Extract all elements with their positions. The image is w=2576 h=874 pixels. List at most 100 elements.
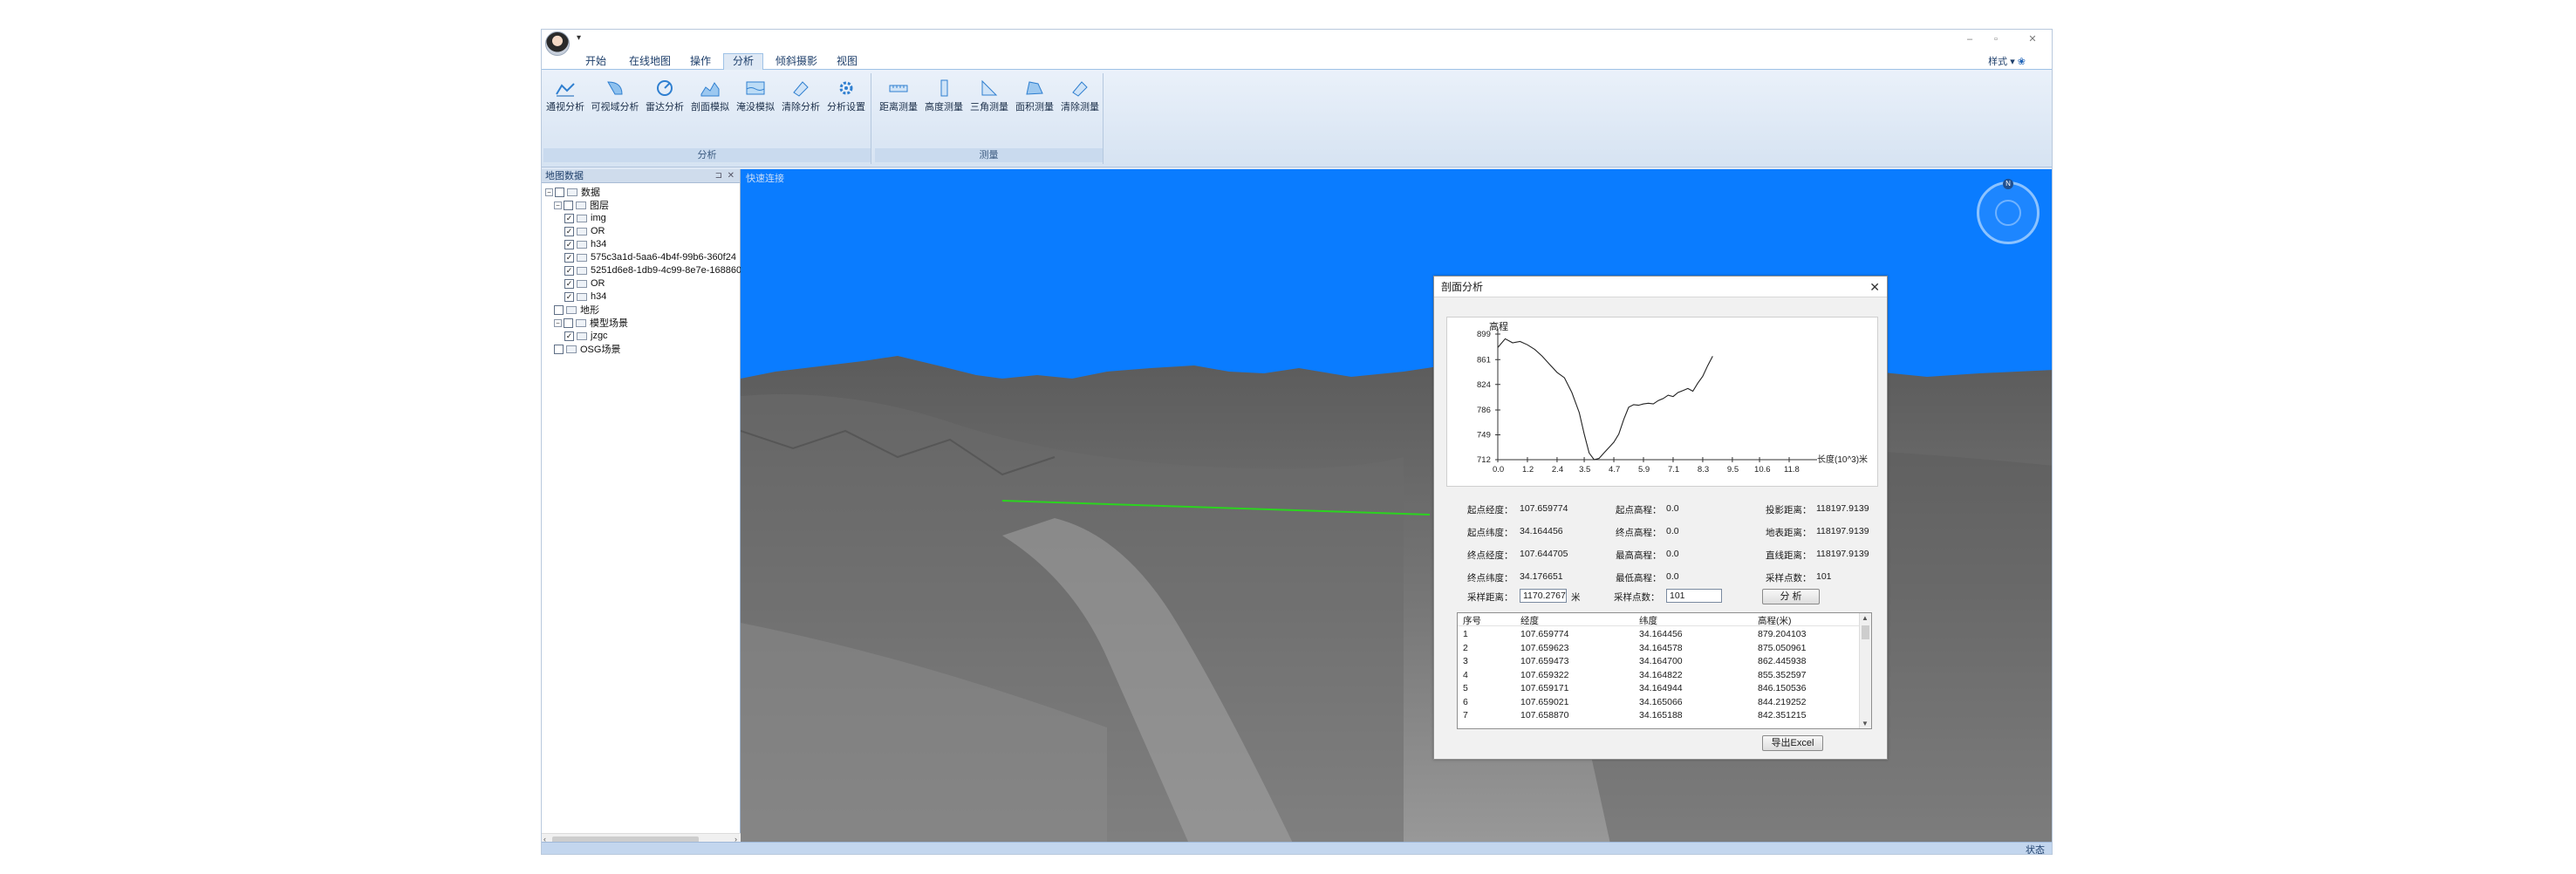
layer-checkbox[interactable]: ✓ [564, 213, 574, 223]
profile-button[interactable]: 剖面模拟 [688, 77, 732, 120]
table-row[interactable]: 7 107.658870 34.165188 842.351215 [1458, 709, 1859, 722]
table-row[interactable]: 5 107.659171 34.164944 846.150536 [1458, 682, 1859, 695]
ribbon: 通视分析 可视域分析 雷达分析 剖面模拟 淹没模拟 清除分析 分析设置 分析 距… [542, 70, 2052, 167]
height-measure-button[interactable]: 高度测量 [922, 77, 966, 120]
close-button[interactable]: ✕ [2026, 33, 2040, 45]
layer-checkbox[interactable]: ✓ [564, 278, 574, 289]
layer-checkbox[interactable]: ✓ [564, 291, 574, 302]
table-cell: 842.351215 [1758, 710, 1807, 720]
tree-expander-icon[interactable]: − [554, 318, 562, 327]
table-cell: 107.659623 [1520, 642, 1569, 653]
layer-checkbox[interactable] [554, 304, 564, 315]
info-label: 终点高程： [1616, 528, 1662, 538]
layer-checkbox[interactable]: ✓ [564, 252, 574, 263]
table-cell: 34.164944 [1639, 683, 1683, 693]
analyze-button[interactable]: 分 析 [1762, 589, 1820, 604]
triangle-measure-button[interactable]: 三角测量 [967, 77, 1011, 120]
info-value: 118197.9139 [1816, 526, 1869, 536]
sample-count-label: 采样点数： [1614, 592, 1660, 603]
compass-north-label: N [2003, 179, 2013, 189]
status-text: 状态 [2026, 845, 2045, 855]
menu-operate[interactable]: 操作 [681, 54, 720, 70]
menu-home[interactable]: 开始 [577, 54, 615, 70]
tree-node[interactable]: ✓ 5251d6e8-1db9-4c99-8e7e-168860 [564, 264, 741, 277]
layer-checkbox[interactable] [555, 187, 564, 197]
radar-button[interactable]: 雷达分析 [643, 77, 687, 120]
line-of-sight-icon [556, 83, 575, 97]
tree-node[interactable]: ✓ OR [564, 277, 605, 290]
table-row[interactable]: 6 107.659021 34.165066 844.219252 [1458, 696, 1859, 709]
table-cell: 107.659021 [1520, 696, 1569, 707]
tree-node[interactable]: − 模型场景 [554, 317, 628, 329]
layer-icon [577, 240, 587, 249]
menu-online-map[interactable]: 在线地图 [620, 54, 680, 70]
export-excel-button[interactable]: 导出Excel [1762, 735, 1823, 751]
column-header[interactable]: 纬度 [1639, 614, 1657, 627]
tree-node[interactable]: ✓ h34 [564, 290, 606, 303]
tree-node[interactable]: 地形 [554, 304, 599, 316]
tree-node[interactable]: ✓ jzgc [564, 330, 608, 342]
tree-node[interactable]: ✓ img [564, 212, 606, 224]
analysis-settings-button[interactable]: 分析设置 [824, 77, 868, 120]
tree-node[interactable]: ✓ 575c3a1d-5aa6-4b4f-99b6-360f24 [564, 251, 736, 263]
column-header[interactable]: 高程(米) [1758, 614, 1792, 627]
info-value: 118197.9139 [1816, 503, 1869, 514]
restore-button[interactable]: ▫ [1989, 33, 2003, 45]
column-header[interactable]: 序号 [1463, 614, 1481, 627]
sample-count-input[interactable]: 101 [1666, 589, 1722, 603]
scroll-up-icon[interactable]: ▲ [1862, 614, 1869, 622]
table-vertical-scrollbar[interactable]: ▲ ▼ [1859, 613, 1871, 728]
menu-analysis[interactable]: 分析 [723, 53, 764, 71]
area-measure-button[interactable]: 面积测量 [1013, 77, 1056, 120]
minimize-button[interactable]: – [1963, 33, 1977, 45]
pin-icon[interactable]: ⊐ [715, 169, 722, 183]
table-row[interactable]: 4 107.659322 34.164822 855.352597 [1458, 669, 1859, 682]
dialog-close-icon[interactable]: ✕ [1869, 280, 1880, 295]
tree-expander-icon[interactable]: − [545, 188, 553, 196]
table-scroll-thumb[interactable] [1862, 625, 1869, 639]
layer-checkbox[interactable]: ✓ [564, 239, 574, 249]
x-tick-label: 5.9 [1638, 465, 1650, 475]
viewport-caption: 快速连接 [746, 174, 784, 184]
scroll-down-icon[interactable]: ▼ [1862, 720, 1869, 727]
tree-node[interactable]: − 数据 [545, 186, 600, 198]
tree-node[interactable]: − 图层 [554, 199, 609, 211]
tree-node[interactable]: OSG场景 [554, 343, 620, 355]
menu-oblique-photo[interactable]: 倾斜摄影 [767, 54, 826, 70]
layer-checkbox[interactable] [564, 200, 573, 210]
compass-widget[interactable]: N [1977, 179, 2040, 244]
sample-distance-input[interactable]: 1170.2767 [1520, 589, 1567, 603]
tree-node-label: OR [591, 278, 605, 289]
style-selector[interactable]: 样式 ▾ ❀ [1988, 54, 2026, 68]
table-cell: 34.165188 [1639, 710, 1683, 720]
viewshed-button[interactable]: 可视域分析 [589, 77, 641, 120]
table-row[interactable]: 3 107.659473 34.164700 862.445938 [1458, 655, 1859, 668]
table-row[interactable]: 1 107.659774 34.164456 879.204103 [1458, 628, 1859, 641]
table-row[interactable]: 2 107.659623 34.164578 875.050961 [1458, 642, 1859, 655]
tree-expander-icon[interactable]: − [554, 201, 562, 209]
tree-node[interactable]: ✓ OR [564, 225, 605, 237]
y-tick-label: 861 [1477, 355, 1491, 365]
help-icon[interactable]: ❀ [2018, 57, 2026, 67]
info-value: 0.0 [1666, 571, 1679, 582]
layer-checkbox[interactable]: ✓ [564, 226, 574, 236]
distance-measure-button[interactable]: 距离测量 [877, 77, 920, 120]
close-icon[interactable]: ✕ [728, 169, 735, 183]
column-header[interactable]: 经度 [1520, 614, 1539, 627]
tree-node[interactable]: ✓ h34 [564, 238, 606, 250]
flood-button[interactable]: 淹没模拟 [734, 77, 777, 120]
line-of-sight-button[interactable]: 通视分析 [543, 77, 587, 120]
layer-checkbox[interactable]: ✓ [564, 331, 574, 341]
quick-access-dropdown[interactable]: ▾ [577, 33, 581, 43]
table-cell: 4 [1463, 669, 1468, 680]
clear-analysis-button[interactable]: 清除分析 [779, 77, 823, 120]
table-cell: 855.352597 [1758, 669, 1807, 680]
clear-measure-button[interactable]: 清除测量 [1058, 77, 1102, 120]
layer-checkbox[interactable] [564, 318, 573, 328]
ribbon-group-measure: 距离测量 高度测量 三角测量 面积测量 清除测量 测量 [875, 73, 1104, 164]
layer-checkbox[interactable] [554, 344, 564, 354]
info-value: 0.0 [1666, 526, 1679, 536]
layer-checkbox[interactable]: ✓ [564, 265, 574, 276]
menu-view[interactable]: 视图 [828, 54, 866, 70]
tree-node-label: img [591, 213, 606, 223]
